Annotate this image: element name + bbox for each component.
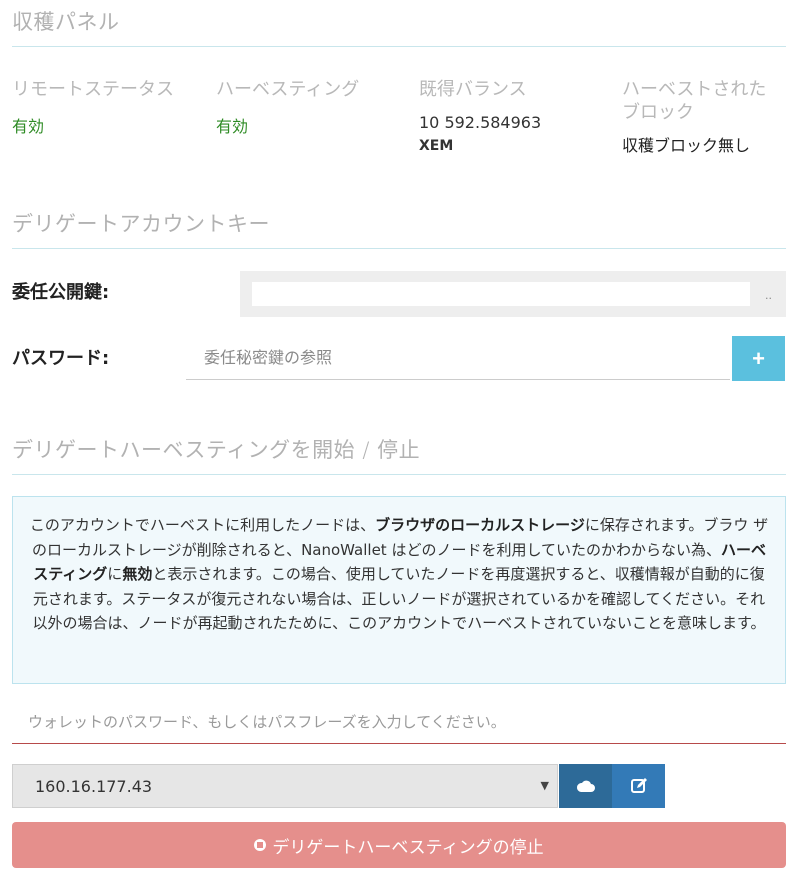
delegate-key-divider <box>12 248 786 249</box>
stop-delegate-harvesting-button[interactable]: デリゲートハーベスティングの停止 <box>12 822 786 868</box>
vested-balance-column: 既得バランス 10 592.584963 XEM <box>419 78 599 154</box>
node-select[interactable]: 160.16.177.43 ▼ <box>12 764 558 808</box>
info-text-3: に <box>107 565 123 583</box>
public-key-value[interactable] <box>252 282 750 306</box>
cloud-icon <box>576 780 595 792</box>
node-select-value: 160.16.177.43 <box>35 776 153 796</box>
stop-button-label: デリゲートハーベスティングの停止 <box>272 837 544 858</box>
delegate-harvesting-title: デリゲートハーベスティングを開始 / 停止 <box>12 438 421 462</box>
caret-down-icon: ▼ <box>540 779 549 792</box>
local-storage-info-box: このアカウントでハーベストに利用したノードは、ブラウザのローカルストレージに保存… <box>12 496 786 684</box>
delegate-private-key-input[interactable] <box>186 336 730 380</box>
harvested-blocks-column: ハーベストされたブロック 収穫ブロック無し <box>622 78 782 156</box>
vested-balance-amount: 10 592.584963 <box>419 113 542 132</box>
node-cloud-button[interactable] <box>559 764 612 808</box>
delegate-key-title: デリゲートアカウントキー <box>12 212 270 236</box>
harvested-blocks-value: 収穫ブロック無し <box>622 136 751 155</box>
harvest-panel-divider <box>12 46 786 47</box>
info-text-1: このアカウントでハーベストに利用したノードは、 <box>29 516 376 534</box>
vested-balance-unit: XEM <box>419 138 454 154</box>
harvesting-label: ハーベスティング <box>216 79 360 100</box>
remote-status-value: 有効 <box>12 117 45 136</box>
remote-status-label: リモートステータス <box>12 79 174 100</box>
info-bold-local-storage: ブラウザのローカルストレージ <box>375 516 585 534</box>
add-key-button[interactable]: + <box>732 336 785 381</box>
vested-balance-label: 既得バランス <box>419 79 527 100</box>
harvested-blocks-label: ハーベストされたブロック <box>622 79 767 123</box>
plus-icon: + <box>752 345 765 371</box>
harvest-panel-title: 収穫パネル <box>12 10 120 34</box>
info-bold-inactive: 無効 <box>122 565 153 583</box>
public-key-field[interactable]: .. <box>240 271 786 317</box>
stop-circle-icon <box>254 839 267 851</box>
custom-node-edit-button[interactable] <box>612 764 665 808</box>
harvesting-value: 有効 <box>216 117 249 136</box>
password-label: パスワード: <box>12 348 110 369</box>
public-key-label: 委任公開鍵: <box>12 282 110 303</box>
remote-status-column: リモートステータス 有効 <box>12 78 192 137</box>
public-key-overflow: .. <box>765 289 772 302</box>
harvesting-column: ハーベスティング 有効 <box>216 78 396 137</box>
wallet-password-input[interactable] <box>12 700 786 744</box>
delegate-harvesting-divider <box>12 474 786 475</box>
edit-icon <box>630 778 647 793</box>
